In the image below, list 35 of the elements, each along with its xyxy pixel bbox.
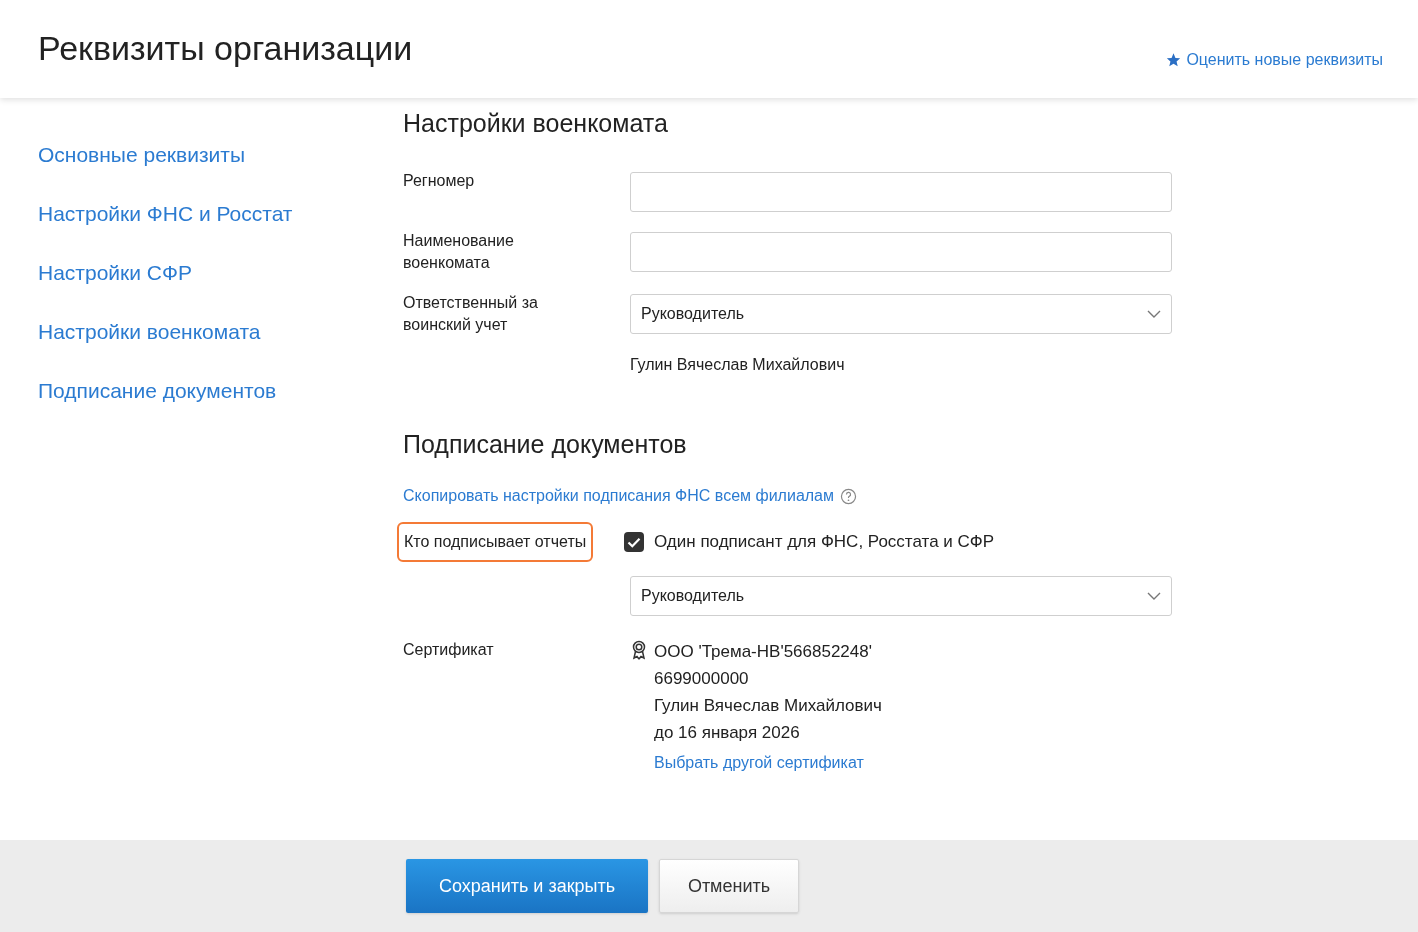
section-heading: Подписание документов xyxy=(403,429,688,459)
choose-certificate-link[interactable]: Выбрать другой сертификат xyxy=(654,751,882,775)
certificate-detail: до 16 января 2026 xyxy=(654,722,801,744)
copy-settings-link[interactable]: Скопировать настройки подписания ФНС всем филиалам xyxy=(403,484,834,508)
checkbox[interactable] xyxy=(624,532,644,552)
checkbox-label: Один подписант для ФНС, Росстата и СФР xyxy=(654,531,995,554)
dropdown[interactable]: Руководитель xyxy=(630,294,1172,334)
input-field[interactable] xyxy=(630,232,1172,272)
sidebar-link[interactable]: Основные реквизиты xyxy=(38,140,365,170)
responsible-person: Гулин Вячеслав Михайлович xyxy=(630,355,846,375)
check-icon xyxy=(627,536,641,548)
certificate-detail: Гулин Вячеслав Михайлович xyxy=(654,695,882,717)
chevron-down-icon xyxy=(1147,592,1161,600)
sidebar-link[interactable]: Настройки СФР xyxy=(38,258,365,288)
certificate-detail: ООО 'Трема-НВ'566852248' xyxy=(654,641,873,663)
field-label: Сертификат xyxy=(403,640,495,660)
save-close-button[interactable]: Сохранить и закрыть xyxy=(406,859,648,913)
section-heading: Настройки военкомата xyxy=(403,108,669,138)
field-label: Ответственный за воинский учет xyxy=(403,293,539,335)
sidebar-link[interactable]: Подписание документов xyxy=(38,376,365,406)
help-icon[interactable] xyxy=(840,487,857,505)
input-field[interactable] xyxy=(630,172,1172,212)
field-label: Наименование военкомата xyxy=(403,231,515,273)
star-icon xyxy=(1165,52,1183,68)
sidebar-link[interactable]: Настройки ФНС и Росстат xyxy=(38,199,365,229)
page-title: Реквизиты организации xyxy=(38,28,413,68)
chevron-down-icon xyxy=(1147,310,1161,318)
sidebar-link[interactable]: Настройки военкомата xyxy=(38,317,365,347)
rate-link[interactable]: Оценить новые реквизиты xyxy=(1165,48,1383,72)
field-label: Кто подписывает отчеты xyxy=(397,522,594,562)
field-label: Регномер xyxy=(403,171,476,191)
dropdown[interactable]: Руководитель xyxy=(630,576,1172,616)
award-icon xyxy=(630,640,648,660)
certificate-detail: 6699000000 xyxy=(654,668,750,690)
cancel-button[interactable]: Отменить xyxy=(659,859,799,913)
